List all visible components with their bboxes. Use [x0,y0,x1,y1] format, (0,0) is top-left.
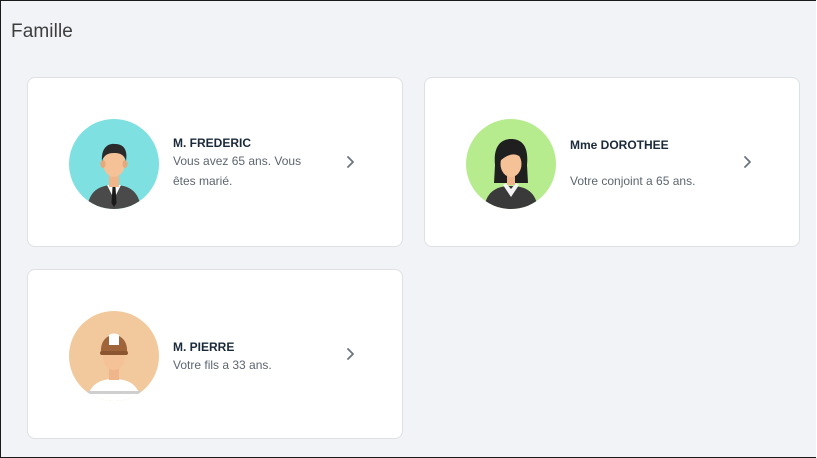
member-card-frederic[interactable]: M. FREDERIC Vous avez 65 ans. Vous êtes … [27,77,403,247]
member-description-line1: Votre fils a 33 ans. [173,358,272,372]
member-description-line1 [570,153,735,171]
chevron-right-icon[interactable] [344,345,358,363]
boy-cap-icon [69,311,159,401]
member-description-line2: Votre conjoint a 65 ans. [570,174,696,188]
woman-suit-icon [466,119,556,209]
section-title: Famille [11,21,73,42]
member-name: M. PIERRE [173,340,235,354]
member-description-line1: Vous avez 65 ans. Vous [173,154,302,168]
member-card-dorothee[interactable]: Mme DOROTHEE Votre conjoint a 65 ans. [424,77,800,247]
member-card-pierre[interactable]: M. PIERRE Votre fils a 33 ans. [27,269,403,439]
chevron-right-icon[interactable] [741,153,755,171]
member-name: Mme DOROTHEE [570,138,669,152]
chevron-right-icon[interactable] [344,153,358,171]
member-description-line2: êtes marié. [173,174,233,188]
famille-panel: Famille M. FREDERIC Vous avez 65 ans. Vo… [0,0,816,458]
member-name: M. FREDERIC [173,136,251,150]
man-suit-icon [69,119,159,209]
